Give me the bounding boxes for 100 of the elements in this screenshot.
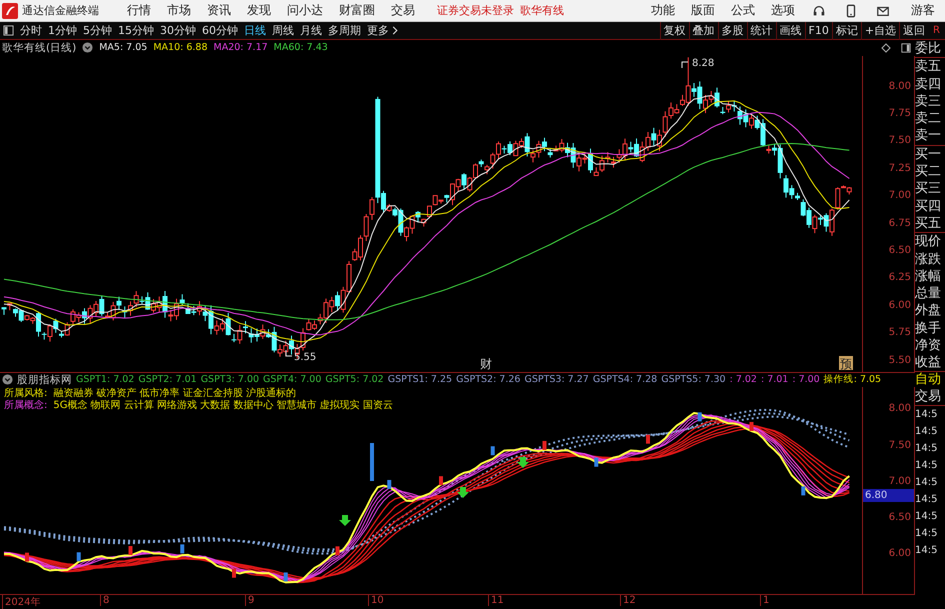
- toolbar-button[interactable]: 标记: [832, 22, 861, 40]
- more-tab[interactable]: 更多: [364, 23, 392, 38]
- chevron-circle-icon[interactable]: [2, 374, 13, 386]
- quote-field-label: 卖五: [915, 58, 942, 76]
- toolbar-button[interactable]: F10: [804, 22, 832, 40]
- event-marker[interactable]: 财: [480, 356, 492, 371]
- signal-bar: [284, 572, 288, 582]
- indicator-value: GSPTS2: 7.26: [456, 374, 520, 386]
- chart-title: 歌华有线(日线): [2, 40, 76, 55]
- panel-toggle-icon[interactable]: [3, 25, 14, 36]
- menu-item[interactable]: 财富圈: [331, 2, 383, 19]
- current-price-label: 6.80: [863, 489, 914, 502]
- down-arrow-icon: [457, 487, 469, 498]
- leader-line: [682, 61, 688, 68]
- trade-time: 14:5: [915, 425, 938, 440]
- date-tick: 10: [368, 595, 384, 606]
- quote-field-label: 现价: [915, 233, 942, 251]
- period-tab[interactable]: 分时: [17, 23, 45, 38]
- date-tick: 11: [488, 595, 504, 606]
- date-tick: 1: [760, 595, 770, 606]
- menu-item[interactable]: 市场: [159, 2, 199, 19]
- trade-panel-label: 交易: [915, 388, 945, 406]
- indicator-value: : 7.01: [760, 374, 788, 386]
- concept-tags: 5G概念 物联网 云计算 网络游戏 大数据 数据中心 智慧城市 虚拟现实 国资云: [53, 400, 393, 412]
- price-tick: 7.75: [888, 108, 911, 120]
- signal-bar: [370, 443, 374, 482]
- diamond-icon[interactable]: [881, 42, 891, 53]
- signal-bar: [180, 544, 184, 554]
- indicator-value: GSPT4: 7.00: [263, 374, 322, 386]
- tool-menu-item[interactable]: 公式: [723, 2, 763, 19]
- quote-field-label: 买五: [915, 214, 945, 234]
- tool-menu-item[interactable]: 功能: [643, 2, 683, 19]
- period-tab[interactable]: 15分钟: [115, 23, 157, 38]
- quote-field-label: 卖三: [915, 92, 942, 110]
- signal-bar: [698, 412, 702, 422]
- toolbar-button[interactable]: 返回: [899, 22, 928, 40]
- trade-time: 14:5: [915, 442, 938, 456]
- ma-value: MA60: 7.43: [274, 42, 328, 54]
- headset-icon[interactable]: [812, 4, 826, 18]
- price-tick: 7.00: [888, 190, 911, 202]
- high-price-label: 8.28: [692, 58, 714, 69]
- quote-field-label: 买一: [915, 146, 942, 164]
- event-marker[interactable]: 预: [840, 356, 852, 371]
- period-tab[interactable]: 日线: [241, 23, 269, 38]
- quote-field-label: 净资: [915, 337, 942, 354]
- signal-bar: [594, 458, 598, 468]
- period-tab[interactable]: 月线: [297, 23, 325, 38]
- trade-time: 14:5: [915, 510, 938, 524]
- price-tick: 6.00: [888, 300, 911, 311]
- signal-bar: [801, 486, 806, 496]
- leader-line: [286, 349, 292, 356]
- signal-bar: [490, 446, 495, 456]
- period-tab[interactable]: 周线: [269, 23, 297, 38]
- quote-field-label: 收益: [915, 354, 942, 372]
- signal-bar: [336, 546, 340, 556]
- period-tab[interactable]: 多周期: [325, 23, 364, 38]
- price-tick: 6.00: [888, 548, 911, 560]
- chevron-circle-icon[interactable]: [82, 42, 94, 54]
- price-tick: 5.75: [888, 327, 911, 338]
- toolbar-button[interactable]: 统计: [746, 22, 776, 40]
- quote-field-label: 委比: [915, 40, 945, 58]
- indicator-value: GSPTS5: 7.30: [661, 374, 726, 386]
- signal-bar: [25, 553, 29, 562]
- login-notice: 证券交易未登录: [437, 3, 514, 18]
- menu-item[interactable]: 资讯: [199, 2, 239, 19]
- indicator-value: GSPT5: 7.02: [325, 374, 384, 386]
- period-tab[interactable]: 1分钟: [45, 23, 80, 38]
- menu-item[interactable]: 交易: [383, 2, 423, 19]
- trade-time: 14:5: [915, 408, 938, 422]
- period-tab[interactable]: 30分钟: [157, 23, 199, 38]
- toolbar-button[interactable]: 画线: [776, 22, 804, 40]
- price-tick: 7.50: [888, 135, 911, 146]
- toolbar-button[interactable]: 叠加: [688, 22, 718, 40]
- tool-menu-item[interactable]: 选项: [763, 2, 803, 19]
- panel-toggle-icon[interactable]: [901, 42, 911, 53]
- price-tick: 6.75: [888, 218, 911, 229]
- price-tick: 5.50: [888, 354, 911, 366]
- period-tab[interactable]: 60分钟: [199, 23, 241, 38]
- menu-item[interactable]: 行情: [119, 2, 159, 19]
- period-tab[interactable]: 5分钟: [80, 23, 115, 38]
- tool-menu-item[interactable]: 版面: [683, 2, 723, 19]
- menu-item[interactable]: 问小达: [279, 2, 331, 19]
- date-tick: 9: [245, 595, 254, 606]
- toolbar-button[interactable]: +自选: [860, 22, 900, 40]
- menu-item[interactable]: 发现: [239, 2, 279, 19]
- indicator-value: : 7.02: [730, 374, 757, 386]
- stock-name: 歌华有线: [520, 3, 564, 18]
- price-tick: 6.25: [888, 272, 911, 284]
- indicator-value: GSPTS4: 7.28: [592, 374, 658, 386]
- quote-field-label: 买三: [915, 180, 942, 198]
- phone-icon[interactable]: [844, 4, 858, 18]
- toolbar-button[interactable]: 多股: [718, 22, 746, 40]
- quote-field-label: 换手: [915, 320, 942, 338]
- user-label[interactable]: 游客: [899, 2, 945, 19]
- trade-panel-label: 自动: [915, 372, 942, 388]
- signal-bar: [387, 480, 392, 490]
- toolbar-button[interactable]: 复权: [660, 22, 688, 40]
- quote-field-label: 外盘: [915, 302, 942, 320]
- indicator-title: 股朋指标网: [17, 372, 72, 387]
- chevron-right-icon[interactable]: [392, 26, 398, 35]
